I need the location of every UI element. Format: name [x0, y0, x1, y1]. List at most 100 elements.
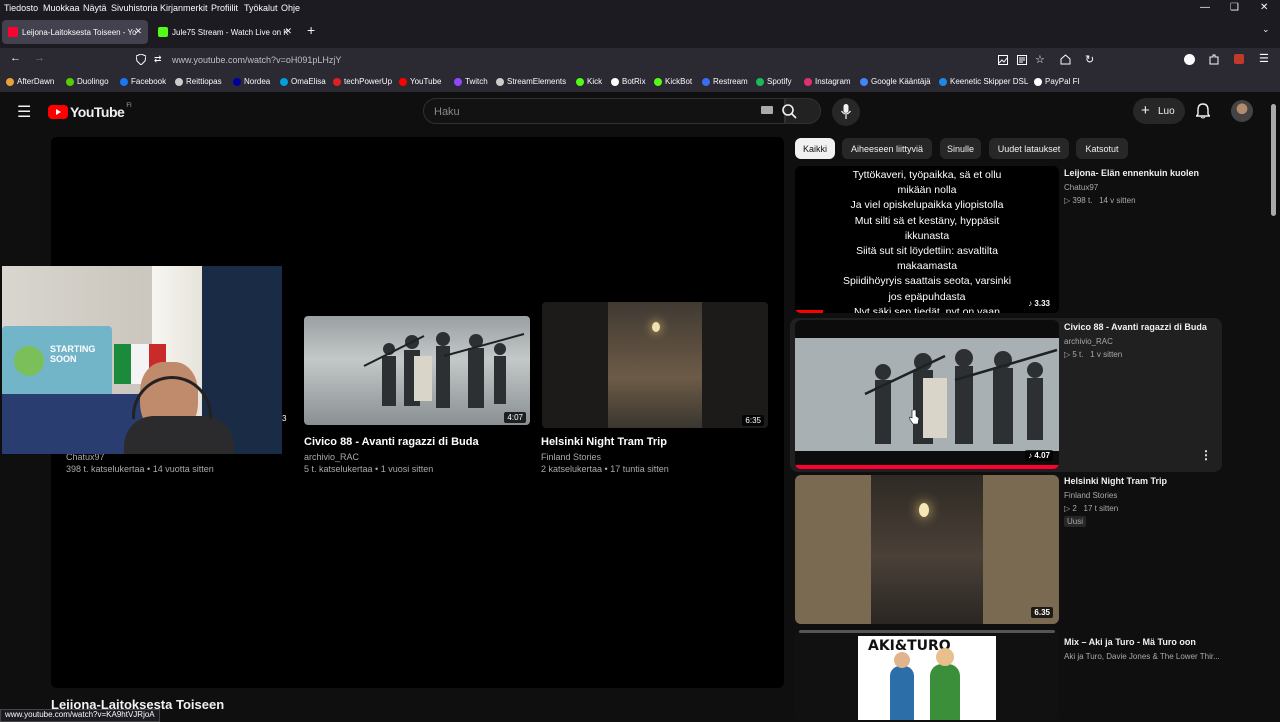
bookmark-item[interactable]: Kick: [576, 77, 602, 86]
reload-icon[interactable]: ↻: [1085, 53, 1094, 66]
avatar[interactable]: [1231, 100, 1253, 122]
create-button[interactable]: + Luo: [1133, 98, 1185, 124]
bookmarks-bar: AfterDawn Duolingo Facebook Reittiopas Norde…: [0, 72, 1280, 93]
rec-title[interactable]: Leijona- Elän ennenkuin kuolen: [1064, 168, 1224, 178]
page-scrollbar[interactable]: [1271, 104, 1276, 216]
bookmark-favicon-icon: [576, 77, 584, 86]
account-icon[interactable]: [1184, 54, 1195, 65]
keyboard-icon[interactable]: [761, 106, 773, 114]
chip-3[interactable]: Uudet lataukset: [989, 138, 1069, 159]
video-duration: ♪ 4.07: [1025, 450, 1053, 461]
bookmark-item[interactable]: YouTube: [399, 77, 441, 86]
video-duration: 3: [282, 414, 287, 423]
rec-title[interactable]: Civico 88 - Avanti ragazzi di Buda: [1064, 322, 1224, 332]
home-icon[interactable]: [1060, 54, 1071, 65]
bookmark-item[interactable]: PayPal FI: [1034, 77, 1080, 86]
bookmark-item[interactable]: AfterDawn: [6, 77, 54, 86]
new-tab-icon[interactable]: +: [307, 22, 315, 38]
rec-title[interactable]: Helsinki Night Tram Trip: [1064, 476, 1224, 486]
voice-search-button[interactable]: [832, 98, 860, 126]
guide-menu-icon[interactable]: ☰: [17, 102, 31, 122]
search-input[interactable]: Haku: [423, 98, 785, 124]
search-button[interactable]: [782, 98, 821, 124]
video-duration: 6:35: [742, 415, 764, 426]
bookmark-item[interactable]: Duolingo: [66, 77, 109, 86]
menu-item-bookmarks[interactable]: Kirjanmerkit: [160, 3, 208, 13]
rec-channel[interactable]: archivio_RAC: [1064, 337, 1113, 346]
rec-channel[interactable]: Chatux97: [1064, 183, 1098, 192]
menu-item-edit[interactable]: Muokkaa: [43, 3, 80, 13]
endcard-title[interactable]: Helsinki Night Tram Trip: [541, 436, 667, 448]
bookmark-item[interactable]: Spotify: [756, 77, 791, 86]
bookmark-label: OmaElisa: [291, 77, 326, 86]
close-tab-icon[interactable]: ✕: [284, 26, 292, 37]
close-tab-icon[interactable]: ✕: [134, 26, 142, 37]
bookmark-item[interactable]: techPowerUp: [333, 77, 392, 86]
menu-item-file[interactable]: Tiedosto: [4, 3, 38, 13]
endcard-title[interactable]: Civico 88 - Avanti ragazzi di Buda: [304, 436, 479, 448]
rec-thumbnail-1[interactable]: Tyttökaveri, työpaikka, sä et ollu mikään…: [795, 166, 1059, 313]
endcard-channel[interactable]: Finland Stories: [541, 452, 601, 462]
bookmark-item[interactable]: KickBot: [654, 77, 692, 86]
bookmark-favicon-icon: [496, 77, 504, 86]
bookmark-item[interactable]: StreamElements: [496, 77, 566, 86]
bookmark-label: techPowerUp: [344, 77, 393, 86]
rec-title[interactable]: Mix – Aki ja Turo - Mä Turo oon: [1064, 637, 1224, 647]
star-icon[interactable]: ☆: [1035, 53, 1045, 66]
webcam-overlay: STARTING SOON: [2, 266, 282, 454]
endcard-thumbnail-civico[interactable]: 4:07: [304, 316, 530, 425]
bookmark-item[interactable]: Google Kääntäjä: [860, 77, 931, 86]
rec-channel[interactable]: Finland Stories: [1064, 491, 1117, 500]
tab-list-chevron-icon[interactable]: ⌄: [1262, 24, 1270, 35]
permissions-icon[interactable]: ⇄: [154, 54, 162, 65]
chip-0[interactable]: Kaikki: [795, 138, 835, 159]
bookmark-label: Nordea: [244, 77, 271, 86]
rec-channel[interactable]: Aki ja Turo, Davie Jones & The Lower Thi…: [1064, 652, 1220, 661]
chip-1[interactable]: Aiheeseen liittyviä: [842, 138, 932, 159]
extensions-icon[interactable]: [1208, 54, 1219, 65]
minimize-icon[interactable]: —: [1200, 2, 1210, 13]
bookmark-item[interactable]: Nordea: [233, 77, 270, 86]
menu-item-help[interactable]: Ohje: [281, 3, 300, 13]
bookmark-item[interactable]: OmaElisa: [280, 77, 326, 86]
bookmark-label: Spotify: [767, 77, 792, 86]
hamburger-menu-icon[interactable]: ☰: [1259, 52, 1269, 65]
ublock-icon[interactable]: [1234, 54, 1244, 64]
menu-item-view[interactable]: Näytä: [83, 3, 107, 13]
tab-youtube[interactable]: Leijona-Laitoksesta Toiseen - Yo ✕: [2, 20, 148, 44]
bookmark-item[interactable]: Restream: [702, 77, 748, 86]
bookmark-label: Twitch: [465, 77, 488, 86]
more-actions-icon[interactable]: ⋮: [1200, 448, 1212, 462]
bookmark-item[interactable]: BotRix: [611, 77, 646, 86]
bookmark-item[interactable]: Reittiopas: [175, 77, 222, 86]
back-icon[interactable]: ←: [10, 52, 21, 64]
maximize-icon[interactable]: ❑: [1230, 2, 1239, 13]
chip-2[interactable]: Sinulle: [940, 138, 981, 159]
endcard-thumbnail-tram[interactable]: 6:35: [542, 302, 768, 428]
rec-thumbnail-4[interactable]: AKI&TURO: [795, 630, 1059, 720]
chip-4[interactable]: Katsotut: [1076, 138, 1128, 159]
shield-icon[interactable]: [136, 54, 146, 65]
endcard-channel[interactable]: archivio_RAC: [304, 452, 359, 462]
notifications-bell-icon[interactable]: [1196, 103, 1210, 119]
picture-icon[interactable]: [998, 55, 1008, 65]
bookmark-item[interactable]: Instagram: [804, 77, 851, 86]
close-window-icon[interactable]: ✕: [1260, 2, 1268, 13]
kick-favicon-icon: [158, 27, 168, 37]
rec-thumbnail-3[interactable]: 6.35: [795, 475, 1059, 624]
rec-thumbnail-2[interactable]: ♪ 4.07: [795, 320, 1059, 469]
url-field[interactable]: www.youtube.com/watch?v=oH091pLHzjY: [172, 55, 341, 65]
cursor-hand-icon: [909, 410, 919, 424]
bookmark-item[interactable]: Keenetic Skipper DSL: [939, 77, 1028, 86]
menu-item-profiles[interactable]: Profiilit: [211, 3, 238, 13]
reader-view-icon[interactable]: [1017, 55, 1027, 65]
bookmark-favicon-icon: [280, 77, 288, 86]
bookmark-item[interactable]: Twitch: [454, 77, 488, 86]
youtube-logo[interactable]: YouTube FI: [48, 103, 132, 120]
bookmark-label: Restream: [713, 77, 748, 86]
bookmark-item[interactable]: Facebook: [120, 77, 166, 86]
menu-item-history[interactable]: Sivuhistoria: [111, 3, 158, 13]
forward-icon[interactable]: →: [34, 52, 45, 64]
tab-kick[interactable]: Jule75 Stream - Watch Live on K ✕: [152, 20, 298, 44]
menu-item-tools[interactable]: Työkalut: [244, 3, 278, 13]
